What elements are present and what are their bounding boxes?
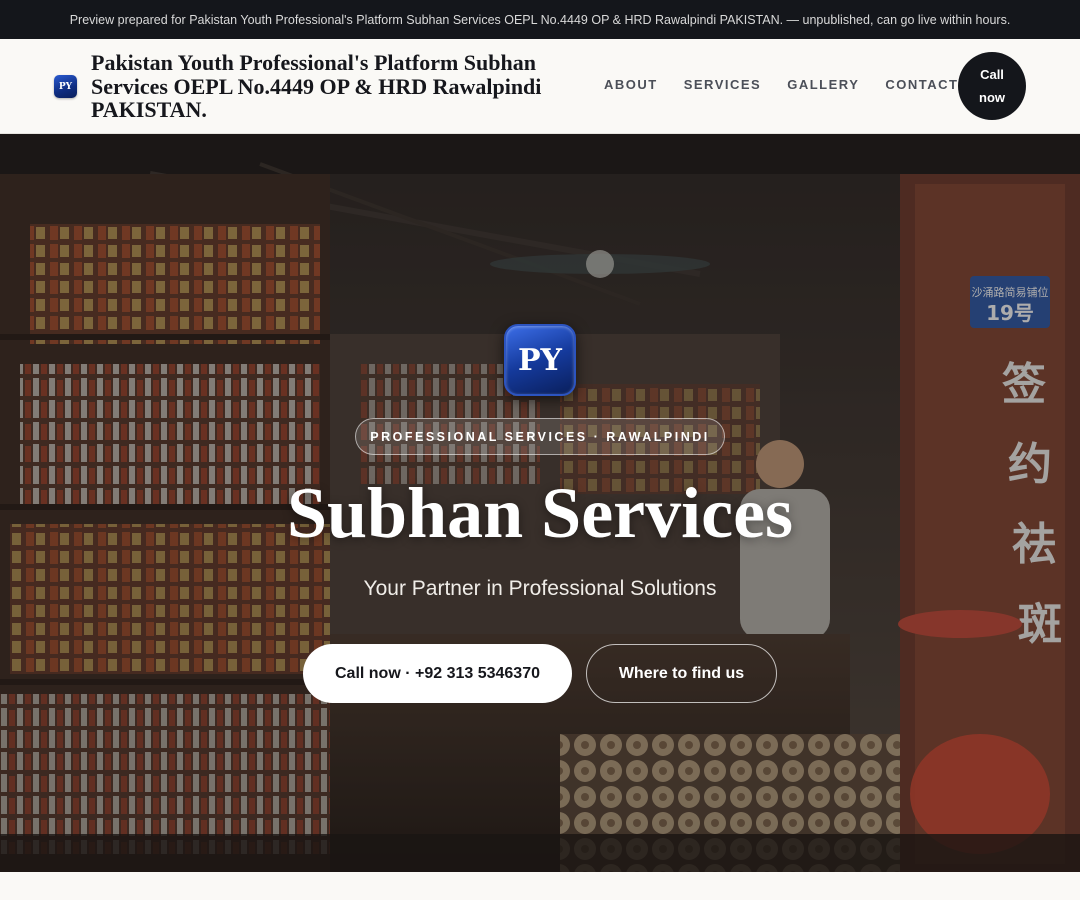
call-phone-button[interactable]: Call now · +92 313 5346370 [303, 644, 572, 703]
call-now-button[interactable]: Call now [958, 52, 1026, 120]
nav-services[interactable]: SERVICES [684, 77, 762, 92]
brand-name[interactable]: Pakistan Youth Professional's Platform S… [91, 51, 571, 122]
hero-subtitle: Your Partner in Professional Solutions [363, 577, 717, 600]
site-header: PY Pakistan Youth Professional's Platfor… [0, 39, 1080, 134]
nav-about[interactable]: ABOUT [604, 77, 658, 92]
next-section-edge [0, 872, 1080, 900]
nav-contact[interactable]: CONTACT [885, 77, 958, 92]
hero-section: 沙涌路简易铺位 19号 签 约 祛 斑 PY PROFESSIONAL SERV… [0, 134, 1080, 872]
hero-tagline: PROFESSIONAL SERVICES · RAWALPINDI [355, 418, 725, 455]
call-now-label: Call now [979, 67, 1005, 105]
preview-banner: Preview prepared for Pakistan Youth Prof… [0, 0, 1080, 39]
hero-logo-icon: PY [504, 324, 576, 396]
brand-logo-icon[interactable]: PY [54, 75, 77, 98]
main-nav: ABOUT SERVICES GALLERY CONTACT [604, 77, 984, 92]
nav-gallery[interactable]: GALLERY [787, 77, 859, 92]
preview-banner-text: Preview prepared for Pakistan Youth Prof… [69, 12, 1011, 27]
hero-title: Subhan Services [286, 473, 794, 553]
find-us-button[interactable]: Where to find us [586, 644, 777, 703]
